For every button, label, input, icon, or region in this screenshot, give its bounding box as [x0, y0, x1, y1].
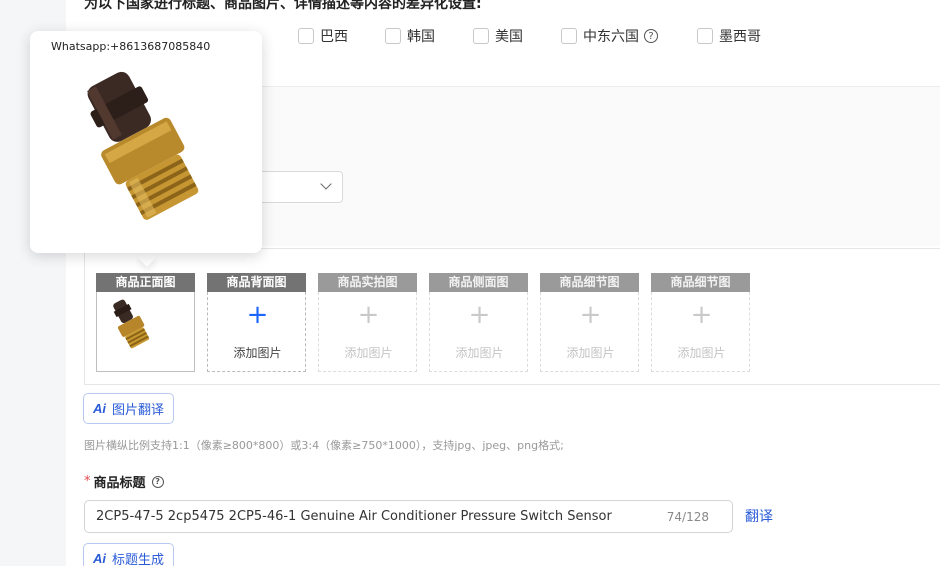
country-label: 美国: [495, 29, 523, 45]
country-label: 韩国: [407, 29, 435, 45]
image-translate-button[interactable]: Ai 图片翻译: [83, 393, 175, 424]
country-option-usa[interactable]: 美国: [473, 26, 523, 46]
add-image-label: 添加图片: [344, 346, 393, 360]
slot-label: 商品细节图: [540, 273, 639, 292]
chevron-down-icon: [320, 178, 332, 190]
country-option-brazil[interactable]: 巴西: [298, 26, 348, 46]
upload-dropzone[interactable]: + 添加图片: [207, 292, 306, 372]
slot-label: 商品细节图: [651, 273, 750, 292]
country-label: 墨西哥: [719, 29, 761, 45]
country-option-middle-east[interactable]: 中东六国 ?: [561, 26, 658, 46]
image-slot-side[interactable]: 商品侧面图 + 添加图片: [429, 273, 528, 372]
upload-dropzone[interactable]: + 添加图片: [651, 292, 750, 372]
product-photo-thumbnail: [113, 299, 150, 349]
question-circle-icon[interactable]: ?: [151, 475, 164, 488]
section-heading: 为以下国家进行标题、商品图片、详情描述等内容的差异化设置:: [84, 0, 482, 12]
label-text: 商品标题: [93, 476, 146, 491]
uploaded-image-frame[interactable]: [96, 292, 195, 372]
title-field-label: * 商品标题 ?: [84, 472, 164, 491]
upload-dropzone[interactable]: + 添加图片: [429, 292, 528, 372]
button-label: 标题生成: [112, 552, 165, 566]
product-photo-preview: [87, 71, 199, 220]
add-image-label: 添加图片: [677, 346, 726, 360]
checkbox[interactable]: [473, 28, 489, 44]
required-mark: *: [84, 474, 91, 489]
checkbox[interactable]: [298, 28, 314, 44]
image-slot-real[interactable]: 商品实拍图 + 添加图片: [318, 273, 417, 372]
dropdown-select[interactable]: [248, 171, 343, 203]
plus-icon: +: [579, 300, 602, 330]
char-counter: 74/128: [666, 510, 709, 524]
slot-label: 商品实拍图: [318, 273, 417, 292]
slot-label: 商品正面图: [96, 273, 195, 292]
add-image-label: 添加图片: [233, 346, 282, 360]
country-option-mexico[interactable]: 墨西哥: [697, 26, 761, 46]
image-format-hint: 图片横纵比例支持1:1（像素≥800*800）或3:4（像素≥750*1000）…: [84, 439, 564, 452]
button-label: 图片翻译: [112, 402, 165, 417]
slot-label: 商品背面图: [207, 273, 306, 292]
image-slot-back[interactable]: 商品背面图 + 添加图片: [207, 273, 306, 372]
upload-dropzone[interactable]: + 添加图片: [540, 292, 639, 372]
ai-icon: Ai: [93, 551, 106, 566]
upload-dropzone[interactable]: + 添加图片: [318, 292, 417, 372]
image-preview-popover: Whatsapp:+8613687085840: [30, 31, 262, 253]
image-slot-detail-2[interactable]: 商品细节图 + 添加图片: [651, 273, 750, 372]
country-option-korea[interactable]: 韩国: [385, 26, 435, 46]
ai-icon: Ai: [93, 401, 106, 416]
checkbox[interactable]: [697, 28, 713, 44]
country-label: 中东六国: [583, 29, 639, 45]
checkbox[interactable]: [385, 28, 401, 44]
question-circle-icon[interactable]: ?: [644, 29, 658, 43]
slot-label: 商品侧面图: [429, 273, 528, 292]
whatsapp-watermark: Whatsapp:+8613687085840: [51, 40, 211, 53]
plus-icon: +: [690, 300, 713, 330]
country-label: 巴西: [320, 29, 348, 45]
add-image-label: 添加图片: [566, 346, 615, 360]
image-slot-detail-1[interactable]: 商品细节图 + 添加图片: [540, 273, 639, 372]
add-image-label: 添加图片: [455, 346, 504, 360]
title-value[interactable]: 2CP5-47-5 2cp5475 2CP5-46-1 Genuine Air …: [96, 509, 612, 524]
plus-icon: +: [357, 300, 380, 330]
product-title-input[interactable]: 2CP5-47-5 2cp5475 2CP5-46-1 Genuine Air …: [84, 500, 733, 533]
title-translate-link[interactable]: 翻译: [745, 506, 773, 526]
checkbox[interactable]: [561, 28, 577, 44]
plus-icon: +: [246, 300, 269, 330]
title-generate-button[interactable]: Ai 标题生成: [83, 543, 175, 566]
plus-icon: +: [468, 300, 491, 330]
image-slot-front[interactable]: 商品正面图: [96, 273, 195, 372]
